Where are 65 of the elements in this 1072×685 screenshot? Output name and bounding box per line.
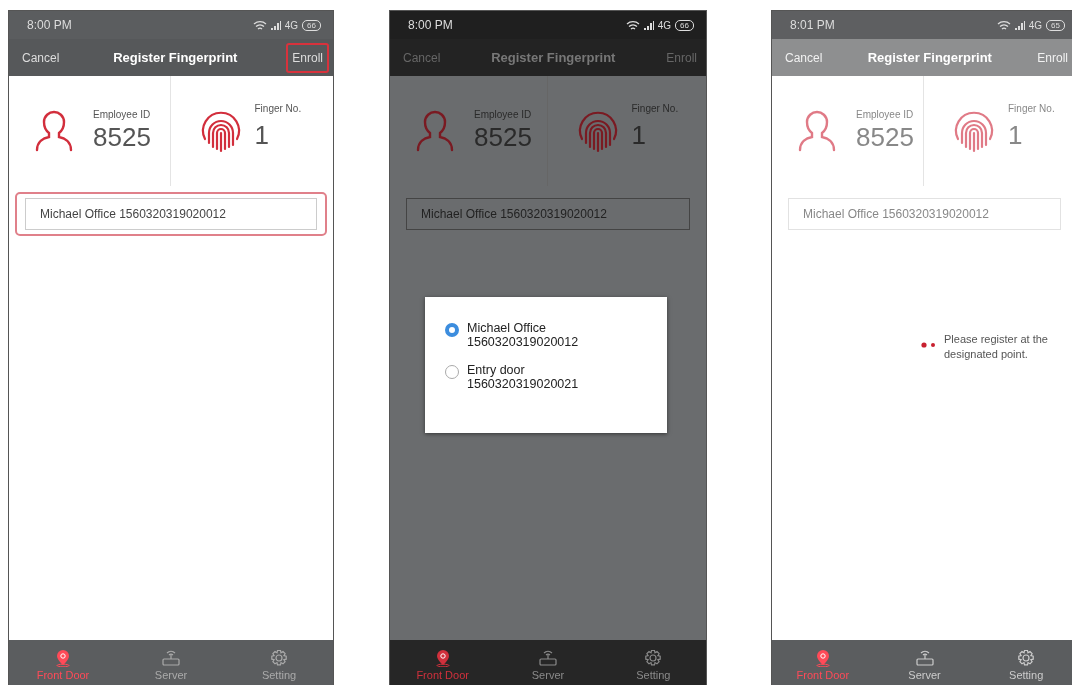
- gear-icon: [1017, 648, 1036, 667]
- finger-no-label: Finger No.: [1008, 103, 1055, 114]
- tab[interactable]: Setting: [225, 640, 333, 685]
- enroll-button[interactable]: Enroll: [1032, 43, 1072, 72]
- option-serial: 1560320319020021: [467, 377, 579, 391]
- status-time: 8:00 PM: [27, 18, 72, 32]
- enroll-button[interactable]: Enroll: [286, 42, 329, 73]
- gear-icon: [270, 648, 288, 667]
- option-name: Entry door: [467, 363, 526, 377]
- network-label: 4G: [657, 19, 672, 31]
- tab[interactable]: Server: [495, 640, 601, 685]
- tab[interactable]: Front Door: [9, 640, 117, 685]
- employee-id-label: Employee ID: [474, 109, 532, 120]
- status-time: 8:01 PM: [790, 18, 835, 32]
- employee-id-value: 8525: [856, 122, 914, 153]
- finger-no-value: 1: [1008, 120, 1024, 151]
- signal-icon: [270, 20, 281, 30]
- cancel-button[interactable]: Cancel: [17, 43, 65, 72]
- screen-title: Register Fingerprint: [113, 50, 238, 65]
- tab[interactable]: Front Door: [390, 640, 496, 685]
- device-field[interactable]: Michael Office 1560320319020012: [788, 198, 1061, 230]
- enroll-button[interactable]: Enroll: [661, 43, 702, 72]
- battery-level: 66: [675, 19, 694, 31]
- finger-no-value: 1: [254, 120, 270, 151]
- network-label: 4G: [1028, 19, 1043, 31]
- prompt-text: Please register at the designated point.: [944, 332, 1049, 363]
- tab[interactable]: Server: [117, 640, 225, 685]
- screen-title: Register Fingerprint: [867, 50, 992, 65]
- battery-level: 65: [1046, 19, 1065, 31]
- router-icon: [914, 648, 935, 667]
- loading-dots-icon: [920, 342, 938, 348]
- tab[interactable]: Setting: [600, 640, 706, 685]
- radio-button[interactable]: [445, 323, 459, 337]
- device-field[interactable]: Michael Office 1560320319020012: [25, 198, 317, 230]
- signal-icon: [643, 20, 654, 30]
- router-icon: [538, 648, 558, 667]
- tab[interactable]: Setting: [975, 640, 1072, 685]
- employee-id-value: 8525: [474, 122, 532, 153]
- status-time: 8:00 PM: [408, 18, 453, 32]
- gear-icon: [644, 648, 663, 667]
- screen-title: Register Fingerprint: [491, 50, 616, 65]
- cancel-button[interactable]: Cancel: [780, 43, 828, 72]
- tab[interactable]: Server: [873, 640, 976, 685]
- employee-id-label: Employee ID: [856, 109, 914, 120]
- signal-icon: [1014, 20, 1025, 30]
- location-pin-icon: [434, 648, 451, 667]
- router-icon: [161, 648, 181, 667]
- cancel-button[interactable]: Cancel: [398, 43, 446, 72]
- location-pin-icon: [814, 648, 831, 667]
- employee-id-value: 8525: [93, 122, 151, 153]
- tab[interactable]: Front Door: [772, 640, 874, 685]
- wifi-icon: [252, 19, 267, 31]
- finger-no-label: Finger No.: [631, 103, 679, 114]
- option-name: Michael Office: [467, 321, 547, 335]
- finger-no-value: 1: [631, 120, 647, 151]
- network-label: 4G: [284, 19, 299, 31]
- location-pin-icon: [55, 648, 71, 667]
- device-field[interactable]: Michael Office 1560320319020012: [406, 198, 690, 230]
- option-serial: 1560320319020012: [467, 335, 579, 349]
- wifi-icon: [996, 19, 1011, 31]
- wifi-icon: [625, 19, 640, 31]
- fingerprint-icon: [952, 109, 996, 153]
- battery-level: 66: [302, 19, 321, 31]
- finger-no-label: Finger No.: [254, 103, 302, 114]
- employee-id-label: Employee ID: [93, 109, 151, 120]
